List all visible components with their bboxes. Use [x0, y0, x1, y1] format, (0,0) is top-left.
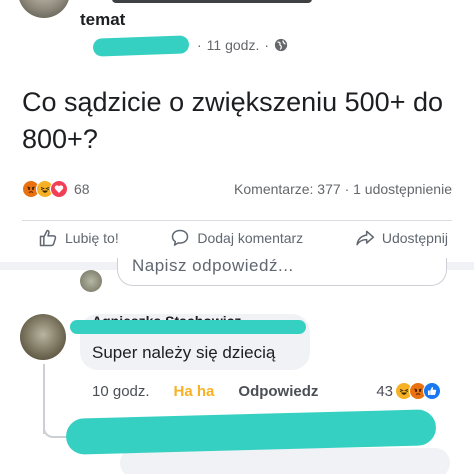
reaction-count: 68: [74, 181, 90, 197]
comment-button[interactable]: Dodaj komentarz: [170, 228, 303, 248]
stats-right: Komentarze: 377 · 1 udostępnienie: [234, 181, 452, 197]
reply-input[interactable]: Napisz odpowiedź...: [117, 256, 447, 286]
comment-reaction-summary[interactable]: [395, 382, 441, 400]
group-avatar[interactable]: [18, 0, 70, 18]
share-button[interactable]: Udostępnij: [355, 228, 448, 248]
comment-meta: 10 godz. Ha ha Odpowiedz 43: [92, 382, 441, 400]
reply-button[interactable]: Odpowiedz: [238, 383, 318, 400]
comments-count[interactable]: Komentarze: 377: [234, 181, 341, 197]
post-card: temat · 11 godz. · Co sądzicie o zwiększ…: [0, 0, 474, 264]
comment-reaction-count: 43: [376, 382, 393, 400]
meta-separator: ·: [197, 37, 202, 53]
comment-icon: [172, 229, 189, 246]
stats-separator: ·: [344, 181, 350, 197]
haha-reaction-button[interactable]: Ha ha: [174, 383, 215, 400]
post-time[interactable]: 11 godz.: [207, 37, 260, 53]
post-actions: Lubię to! Dodaj komentarz Udostępnij: [38, 228, 448, 248]
redaction-name: [70, 320, 306, 334]
like-button[interactable]: Lubię to!: [38, 228, 119, 248]
reply-placeholder: Napisz odpowiedź...: [132, 256, 294, 275]
reaction-summary[interactable]: 68: [22, 180, 90, 198]
post-text: Co sądzicie o zwiększeniu 500+ do 800+?: [22, 87, 443, 154]
viewer-avatar[interactable]: [80, 270, 102, 292]
comment-label: Dodaj komentarz: [197, 230, 304, 246]
share-icon: [356, 230, 374, 246]
actions-divider: [22, 220, 452, 221]
globe-icon: [274, 38, 288, 52]
redaction-scribble: [112, 0, 312, 3]
thumbs-up-icon: [39, 229, 57, 247]
share-label: Udostępnij: [381, 230, 448, 246]
commenter-avatar[interactable]: [20, 314, 66, 360]
comment-text: Super należy się dziecią: [92, 343, 276, 362]
meta-separator: ·: [264, 37, 270, 53]
group-name[interactable]: temat: [80, 10, 125, 30]
love-icon: [50, 180, 68, 198]
comment-time[interactable]: 10 godz.: [92, 383, 150, 400]
post-stats: 68 Komentarze: 377 · 1 udostępnienie: [22, 180, 452, 198]
comments-section: Napisz odpowiedź... Agnieszka Stachowicz…: [0, 256, 474, 474]
shares-count[interactable]: 1 udostępnienie: [353, 181, 452, 197]
like-label: Lubię to!: [65, 230, 119, 246]
like-icon: [423, 382, 441, 400]
redaction-author: [92, 35, 190, 57]
